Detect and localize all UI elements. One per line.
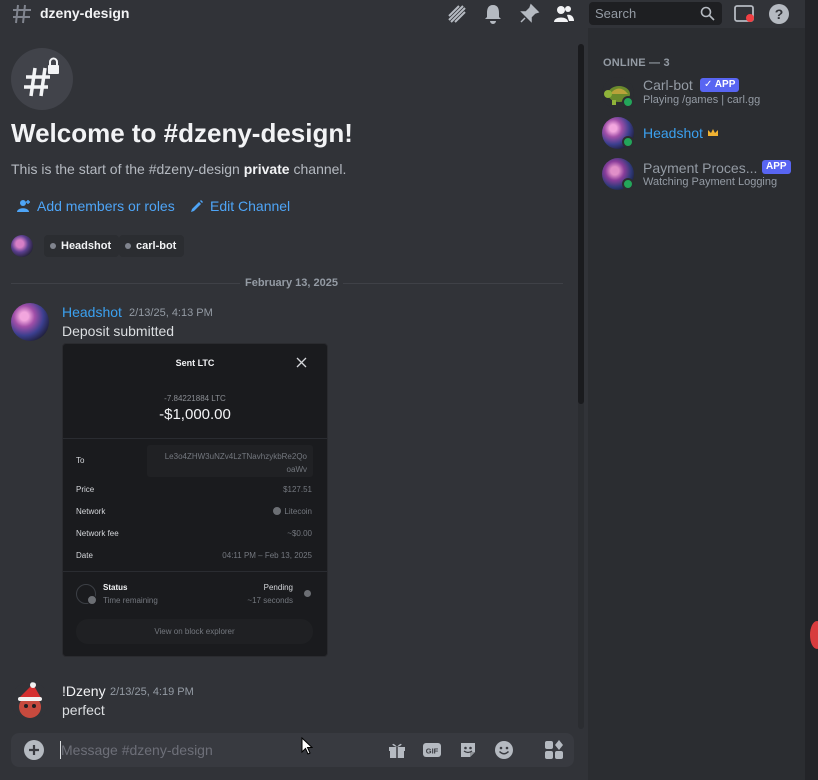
search-placeholder: Search bbox=[595, 6, 637, 21]
tx-date-value: 04:11 PM – Feb 13, 2025 bbox=[222, 551, 312, 560]
tx-price-value: $127.51 bbox=[283, 485, 312, 494]
member-name[interactable]: Carl-bot bbox=[643, 77, 693, 93]
channel-header: dzeny-design Search ? bbox=[0, 0, 805, 28]
separator bbox=[63, 571, 327, 572]
app-badge: ✓ APP bbox=[700, 78, 740, 92]
online-status-dot bbox=[622, 96, 634, 108]
address-line: oaWv bbox=[286, 465, 307, 474]
channel-name: dzeny-design bbox=[40, 5, 130, 21]
add-members-button[interactable]: Add members or roles bbox=[17, 198, 175, 214]
member-chip-headshot[interactable]: Headshot bbox=[44, 235, 120, 257]
tx-amount-fiat: -$1,000.00 bbox=[159, 406, 231, 423]
address-line: Le3o4ZHW3uNZv4LzTNavhzykbRe2Qo bbox=[164, 452, 307, 461]
message-placeholder: Message #dzeny-design bbox=[61, 742, 213, 758]
channel-welcome-icon bbox=[11, 48, 73, 110]
message-text: Deposit submitted bbox=[62, 323, 175, 339]
avatar[interactable] bbox=[11, 303, 49, 341]
online-status-dot bbox=[622, 136, 634, 148]
tx-to-address: Le3o4ZHW3uNZv4LzTNavhzykbRe2Qo oaWv bbox=[147, 445, 313, 477]
private-hash-icon bbox=[24, 57, 59, 97]
view-on-explorer-button: View on block explorer bbox=[76, 619, 313, 644]
threads-icon[interactable] bbox=[446, 3, 468, 25]
tx-remaining-label: Time remaining bbox=[103, 596, 158, 605]
separator bbox=[63, 438, 327, 439]
avatar-image bbox=[11, 682, 49, 720]
attach-plus-icon[interactable] bbox=[24, 740, 44, 760]
chip-label: carl-bot bbox=[136, 240, 177, 252]
online-status-dot bbox=[622, 178, 634, 190]
add-member-icon bbox=[17, 200, 30, 212]
member-name[interactable]: Payment Proces... bbox=[643, 160, 757, 176]
mouse-cursor-icon bbox=[301, 737, 313, 755]
help-icon[interactable]: ? bbox=[768, 3, 790, 25]
status-dot bbox=[125, 243, 131, 249]
gif-icon[interactable]: GIF bbox=[422, 740, 442, 760]
member-list-icon[interactable] bbox=[553, 3, 575, 25]
search-input[interactable]: Search bbox=[589, 2, 722, 25]
status-dot bbox=[50, 243, 56, 249]
tx-amount-crypto: -7.84221884 LTC bbox=[164, 394, 226, 403]
message-timestamp: 2/13/25, 4:13 PM bbox=[129, 307, 213, 319]
svg-text:GIF: GIF bbox=[426, 747, 439, 756]
tx-status-label: Status bbox=[103, 583, 128, 592]
tx-remaining-value: ~17 seconds bbox=[247, 596, 293, 605]
notification-bubble[interactable] bbox=[810, 621, 818, 649]
window-edge bbox=[805, 0, 818, 780]
info-icon bbox=[304, 590, 311, 597]
tx-status-value: Pending bbox=[263, 583, 293, 592]
litecoin-icon bbox=[273, 507, 282, 515]
emoji-icon[interactable] bbox=[494, 740, 514, 760]
member-chip-carl-bot[interactable]: carl-bot bbox=[119, 235, 185, 257]
tx-network-label: Network bbox=[76, 507, 106, 516]
pinned-messages-icon[interactable] bbox=[518, 3, 540, 25]
tx-fee-value: ~$0.00 bbox=[287, 529, 312, 538]
welcome-subtitle: This is the start of the #dzeny-design p… bbox=[11, 161, 347, 177]
inbox-icon[interactable] bbox=[733, 3, 755, 25]
tx-price-label: Price bbox=[76, 485, 95, 494]
edit-channel-label: Edit Channel bbox=[210, 198, 291, 214]
tx-title: Sent LTC bbox=[175, 358, 215, 368]
member-list: ONLINE — 3 Carl-bot ✓ APP Playing /games… bbox=[588, 28, 805, 780]
message-text: perfect bbox=[62, 702, 105, 718]
apps-button[interactable] bbox=[536, 733, 576, 767]
tx-to-label: To bbox=[76, 456, 85, 465]
transaction-screenshot[interactable]: Sent LTC -7.84221884 LTC -$1,000.00 To L… bbox=[62, 343, 328, 657]
message-author[interactable]: !Dzeny bbox=[62, 683, 106, 699]
search-icon bbox=[700, 6, 715, 21]
date-divider-label: February 13, 2025 bbox=[240, 277, 343, 289]
chip-label: Headshot bbox=[61, 240, 112, 252]
private-channel-hash-icon bbox=[13, 4, 31, 24]
message-timestamp: 2/13/25, 4:19 PM bbox=[110, 686, 194, 698]
member-group-heading: ONLINE — 3 bbox=[603, 57, 670, 69]
notification-bell-icon[interactable] bbox=[482, 3, 504, 25]
close-icon bbox=[296, 357, 307, 368]
avatar[interactable] bbox=[11, 682, 49, 720]
member-activity: Playing /games | carl.gg bbox=[643, 94, 761, 106]
add-members-label: Add members or roles bbox=[37, 198, 175, 214]
member-avatar bbox=[11, 235, 33, 257]
welcome-title: Welcome to #dzeny-design! bbox=[11, 118, 353, 148]
tx-date-label: Date bbox=[76, 551, 93, 560]
member-name[interactable]: Headshot bbox=[643, 125, 703, 141]
apps-icon bbox=[545, 740, 563, 759]
litecoin-badge-icon bbox=[87, 595, 97, 605]
app-badge: APP bbox=[762, 160, 791, 174]
svg-text:?: ? bbox=[775, 6, 784, 22]
chat-scrollbar-thumb[interactable] bbox=[578, 44, 584, 404]
crown-icon bbox=[708, 129, 718, 136]
pencil-icon bbox=[191, 200, 203, 212]
message-input[interactable]: Message #dzeny-design GIF bbox=[11, 733, 574, 767]
tx-fee-label: Network fee bbox=[76, 529, 119, 538]
sticker-icon[interactable] bbox=[458, 740, 478, 760]
gift-icon[interactable] bbox=[387, 740, 407, 760]
message-author[interactable]: Headshot bbox=[62, 304, 122, 320]
member-activity: Watching Payment Logging bbox=[643, 176, 778, 188]
tx-network-value: Litecoin bbox=[273, 507, 312, 516]
edit-channel-button[interactable]: Edit Channel bbox=[190, 198, 290, 214]
